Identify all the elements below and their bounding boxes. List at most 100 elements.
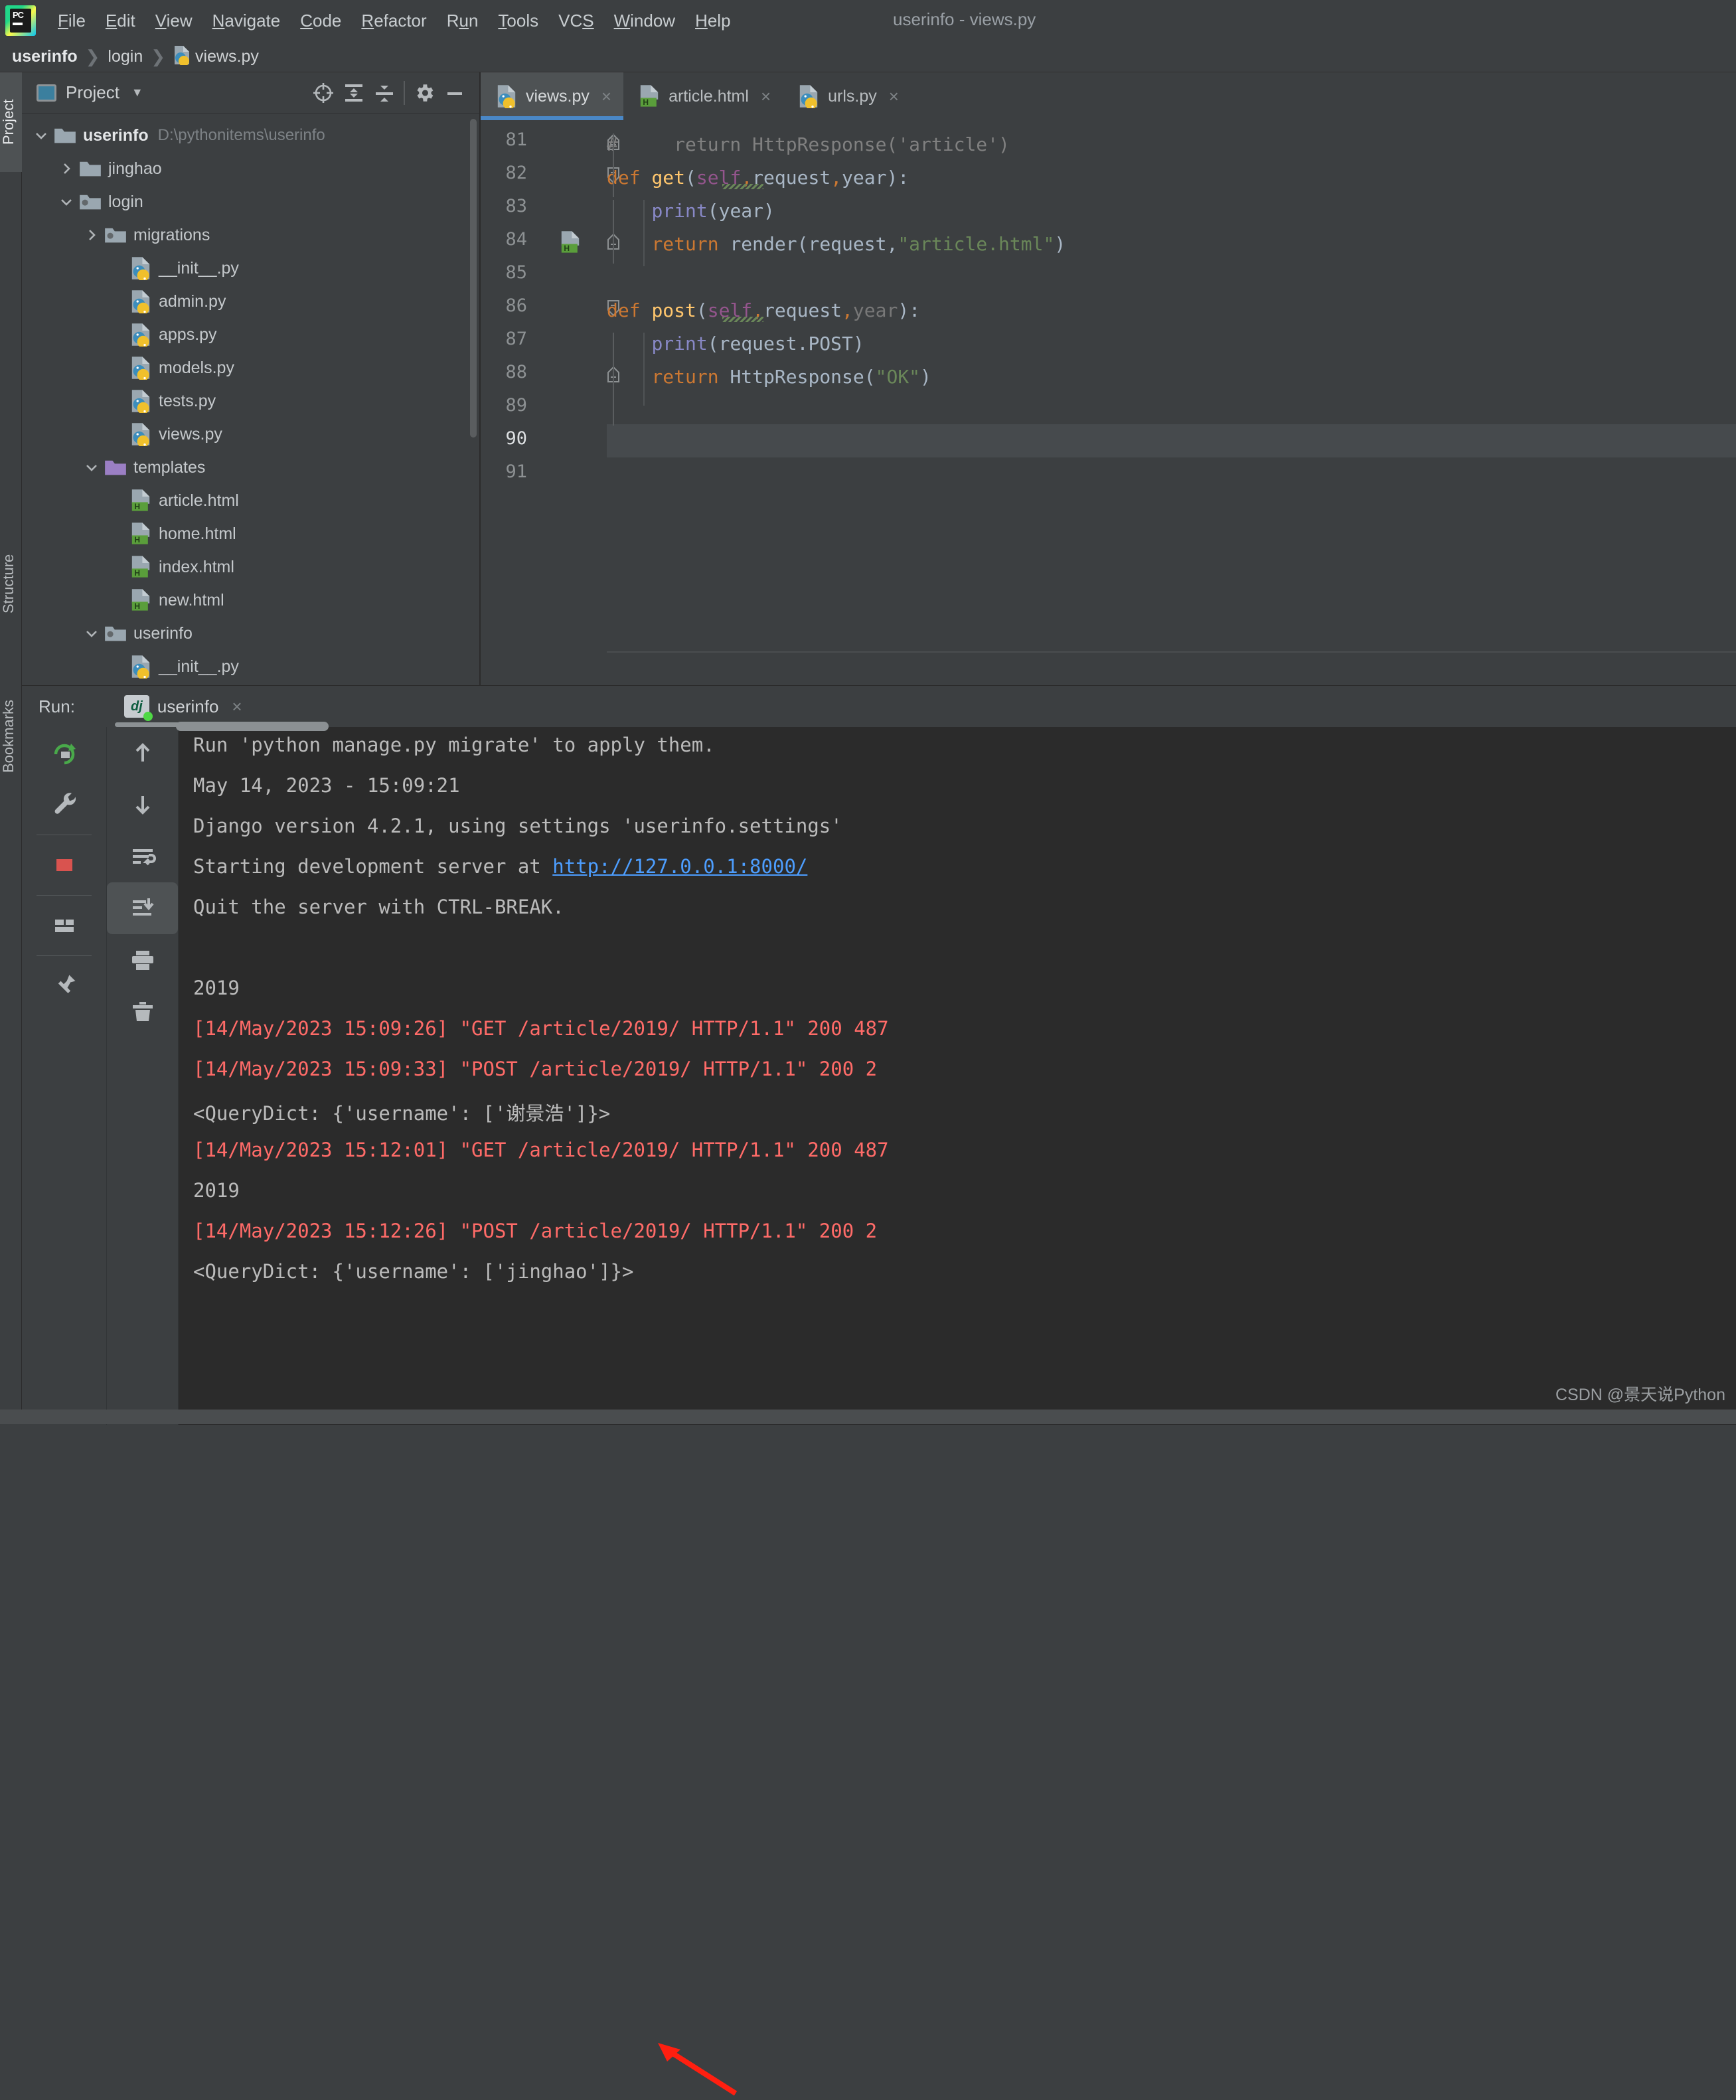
server-url-link[interactable]: http://127.0.0.1:8000/ [552,855,807,878]
scroll-up-icon[interactable] [107,727,178,779]
chevron-down-icon[interactable]: ▼ [131,86,143,100]
tree-arrow-icon[interactable] [107,424,127,444]
tree-arrow-icon[interactable] [107,258,127,278]
tree-item[interactable]: jinghao [22,152,479,185]
run-console-output[interactable]: Run 'python manage.py migrate' to apply … [179,727,1736,1425]
console-scroll-thumb[interactable] [176,722,329,731]
code-line[interactable]: print(request.POST) [481,329,1736,362]
menu-edit[interactable]: Edit [96,8,145,34]
tree-item[interactable]: migrations [22,218,479,252]
tree-arrow-icon[interactable] [107,657,127,677]
tree-item[interactable]: Hindex.html [22,550,479,584]
breadcrumb-item-0[interactable]: userinfo [12,47,78,66]
rerun-icon[interactable] [22,727,106,779]
project-tree[interactable]: userinfoD:\pythonitems\userinfojinghaolo… [22,114,479,685]
tree-item-label: article.html [159,491,239,511]
code-line[interactable] [481,428,1736,461]
breadcrumb-item-2[interactable]: views.py [195,47,259,66]
tree-arrow-icon[interactable] [107,590,127,610]
tree-arrow-icon[interactable] [56,192,76,212]
expand-all-icon[interactable] [339,78,369,108]
editor-tab-article-html[interactable]: Harticle.html× [623,72,783,120]
html-file-icon: H [129,556,152,578]
menu-file[interactable]: File [48,8,96,34]
breadcrumb-item-1[interactable]: login [108,47,143,66]
close-icon[interactable]: × [232,696,242,717]
tree-item[interactable]: tests.py [22,384,479,418]
code-line[interactable] [481,461,1736,495]
code-line[interactable] [481,262,1736,295]
tree-arrow-icon[interactable] [31,125,51,145]
editor-tab-urls-py[interactable]: urls.py× [783,72,911,120]
tree-arrow-icon[interactable] [107,491,127,511]
tree-arrow-icon[interactable] [82,623,102,643]
code-line[interactable]: # return HttpResponse('article') [481,129,1736,163]
run-tab-userinfo[interactable]: dj userinfo × [115,686,252,727]
close-icon[interactable]: × [761,86,771,107]
tree-item[interactable]: login [22,185,479,218]
tree-item[interactable]: Hhome.html [22,517,479,550]
menu-help[interactable]: Help [685,8,740,34]
tree-arrow-icon[interactable] [82,457,102,477]
tree-item[interactable]: models.py [22,351,479,384]
tree-arrow-icon[interactable] [82,225,102,245]
print-icon[interactable] [107,934,178,986]
menu-code[interactable]: Code [290,8,351,34]
code-line[interactable]: def post(self,request,year): [481,295,1736,329]
code-line[interactable]: return HttpResponse("OK") [481,362,1736,395]
tree-arrow-icon[interactable] [107,291,127,311]
project-tree-scrollbar[interactable] [470,119,477,438]
tree-arrow-icon[interactable] [107,358,127,378]
tree-arrow-icon[interactable] [107,524,127,544]
menu-view[interactable]: View [145,8,202,34]
soft-wrap-icon[interactable] [107,831,178,882]
collapse-all-icon[interactable] [369,78,400,108]
hide-panel-icon[interactable] [439,78,470,108]
layout-icon[interactable] [22,900,106,951]
tree-arrow-icon[interactable] [107,391,127,411]
scroll-to-end-icon[interactable] [107,882,178,934]
tree-item[interactable]: userinfo [22,617,479,650]
settings-gear-icon[interactable] [409,78,439,108]
tree-item[interactable]: admin.py [22,285,479,318]
locate-target-icon[interactable] [308,78,339,108]
code-line[interactable]: print(year) [481,196,1736,229]
console-line: [14/May/2023 15:09:33] "POST /article/20… [193,1058,877,1080]
tree-arrow-icon[interactable] [107,557,127,577]
menu-vcs[interactable]: VCS [548,8,603,34]
scroll-down-icon[interactable] [107,779,178,831]
breadcrumb: userinfo ❯ login ❯ views.py [0,41,1736,72]
rail-tab-bookmarks[interactable]: Bookmarks [0,670,22,803]
tree-item-label: __init__.py [159,259,239,278]
trash-icon[interactable] [107,986,178,1038]
code-line[interactable]: def get(self,request,year): [481,163,1736,196]
tree-item[interactable]: views.py [22,418,479,451]
menu-refactor[interactable]: Refactor [351,8,436,34]
code-line[interactable] [481,395,1736,428]
menu-tools[interactable]: Tools [488,8,548,34]
menu-run[interactable]: Run [437,8,489,34]
tree-item[interactable]: __init__.py [22,252,479,285]
tree-item[interactable]: Hnew.html [22,584,479,617]
tree-item[interactable]: __init__.py [22,650,479,683]
close-icon[interactable]: × [889,86,899,107]
tree-item[interactable]: Harticle.html [22,484,479,517]
console-line: Django version 4.2.1, using settings 'us… [193,815,842,837]
menu-window[interactable]: Window [604,8,685,34]
rail-tab-structure[interactable]: Structure [0,524,22,643]
rail-tab-project[interactable]: Project [0,72,22,172]
tree-item[interactable]: userinfoD:\pythonitems\userinfo [22,119,479,152]
settings-wrench-icon[interactable] [22,779,106,831]
tree-item[interactable]: templates [22,451,479,484]
code-line[interactable]: return render(request,"article.html") [481,229,1736,262]
tree-item[interactable]: apps.py [22,318,479,351]
tree-arrow-icon[interactable] [107,325,127,345]
editor-tab-views-py[interactable]: views.py× [481,72,623,120]
tree-arrow-icon[interactable] [56,159,76,179]
pin-icon[interactable] [22,960,106,1012]
python-file-icon [173,45,191,68]
stop-icon[interactable] [22,839,106,891]
menu-navigate[interactable]: Navigate [202,8,291,34]
close-icon[interactable]: × [601,86,611,107]
code-editor[interactable]: 8182838485868788899091 # return HttpResp… [481,120,1736,685]
